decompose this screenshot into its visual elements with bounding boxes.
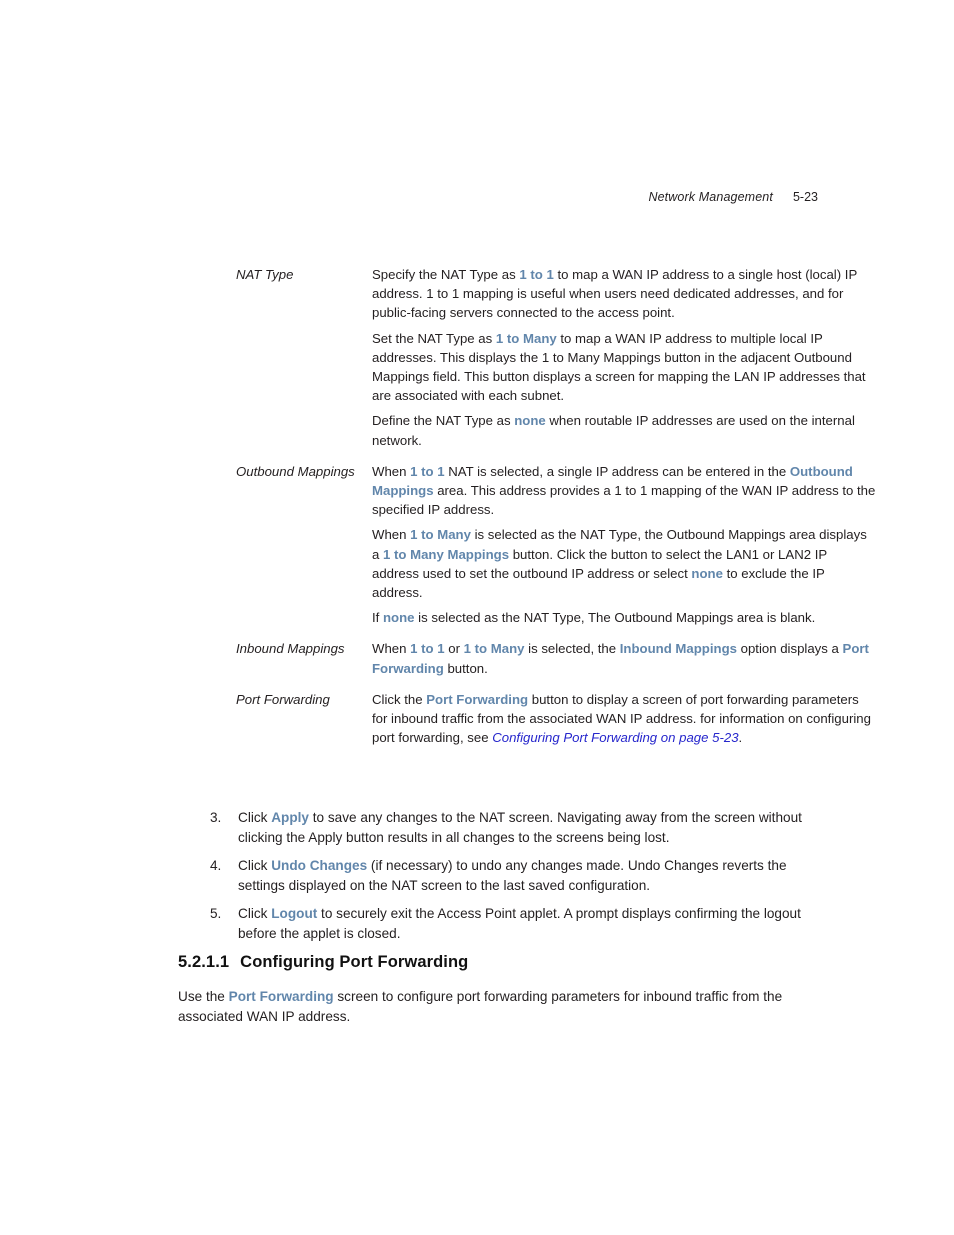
definition-paragraph: If none is selected as the NAT Type, The… <box>372 610 816 626</box>
definition-paragraph: Click the Port Forwarding button to disp… <box>372 691 871 746</box>
definition-row: Outbound Mappings When 1 to 1 NAT is sele… <box>236 462 876 628</box>
definition-description: Specify the NAT Type as 1 to 1 to map a … <box>372 265 876 450</box>
definition-description: When 1 to 1 or 1 to Many is selected, th… <box>372 639 876 677</box>
procedure-step-list: 3. Click Apply to save any changes to the… <box>210 808 826 944</box>
step-number: 3. <box>210 810 222 825</box>
ui-term: 1 to 1 <box>410 463 445 479</box>
procedure-step: 4. Click Undo Changes (if necessary) to u… <box>210 856 826 896</box>
ui-term: 1 to Many <box>463 641 525 657</box>
definition-row: Inbound Mappings When 1 to 1 or 1 to Many… <box>236 639 876 677</box>
ui-term: Undo Changes <box>271 858 368 873</box>
ui-term: none <box>383 610 415 626</box>
definition-paragraph: Set the NAT Type as 1 to Many to map a W… <box>372 330 866 404</box>
step-number: 4. <box>210 858 222 873</box>
definition-paragraph: When 1 to 1 or 1 to Many is selected, th… <box>372 641 869 676</box>
running-header: Network Management 5-23 <box>0 190 818 204</box>
ui-term: 1 to Many Mappings <box>383 546 510 562</box>
closing-paragraph: Use the Port Forwarding screen to config… <box>178 989 783 1024</box>
definition-term: Inbound Mappings <box>236 641 345 657</box>
ui-term: 1 to 1 <box>410 641 445 657</box>
definition-term: NAT Type <box>236 267 294 282</box>
ui-term: Outbound Mappings <box>372 463 853 499</box>
definition-row: Port Forwarding Click the Port Forwarding… <box>236 690 876 748</box>
ui-term: Logout <box>271 906 318 921</box>
definition-row: NAT Type Specify the NAT Type as 1 to 1 t… <box>236 265 876 450</box>
ui-term: none <box>514 413 546 429</box>
definition-paragraph: When 1 to 1 NAT is selected, a single IP… <box>372 463 876 518</box>
ui-term: Inbound Mappings <box>619 641 737 657</box>
definition-paragraph: Define the NAT Type as none when routabl… <box>372 413 855 448</box>
section-title: Configuring Port Forwarding <box>240 953 469 971</box>
step-text: Click Undo Changes (if necessary) to und… <box>238 858 787 893</box>
running-header-chapter-title: Network Management <box>648 190 773 204</box>
ui-term: Port Forwarding <box>228 989 334 1004</box>
ui-term: Apply <box>271 810 309 825</box>
definition-term: Port Forwarding <box>236 691 330 707</box>
procedure-step: 5. Click Logout to securely exit the Acce… <box>210 904 826 944</box>
definition-paragraph: When 1 to Many is selected as the NAT Ty… <box>372 527 867 601</box>
ui-term: none <box>691 565 723 581</box>
definition-description: Click the Port Forwarding button to disp… <box>372 690 876 748</box>
step-text: Click Logout to securely exit the Access… <box>238 906 801 941</box>
parameter-definition-list: NAT Type Specify the NAT Type as 1 to 1 t… <box>236 265 876 747</box>
definition-paragraph: Specify the NAT Type as 1 to 1 to map a … <box>372 267 858 321</box>
section-heading: 5.2.1.1 Configuring Port Forwarding <box>178 953 818 972</box>
cross-reference-link[interactable]: Configuring Port Forwarding on page 5-23 <box>492 730 738 745</box>
definition-term: Outbound Mappings <box>236 463 355 479</box>
ui-term: Port Forwarding <box>426 691 529 707</box>
definition-description: When 1 to 1 NAT is selected, a single IP… <box>372 462 876 628</box>
running-header-page-number: 5-23 <box>792 190 818 204</box>
ui-term: 1 to Many <box>410 527 471 543</box>
ui-term: 1 to 1 <box>519 267 554 282</box>
step-text: Click Apply to save any changes to the N… <box>238 810 802 845</box>
ui-term: 1 to Many <box>495 330 557 346</box>
document-page: Network Management 5-23 NAT Type Specify t… <box>0 0 954 1235</box>
section-number: 5.2.1.1 <box>178 953 230 971</box>
procedure-step: 3. Click Apply to save any changes to the… <box>210 808 826 848</box>
step-number: 5. <box>210 906 222 921</box>
